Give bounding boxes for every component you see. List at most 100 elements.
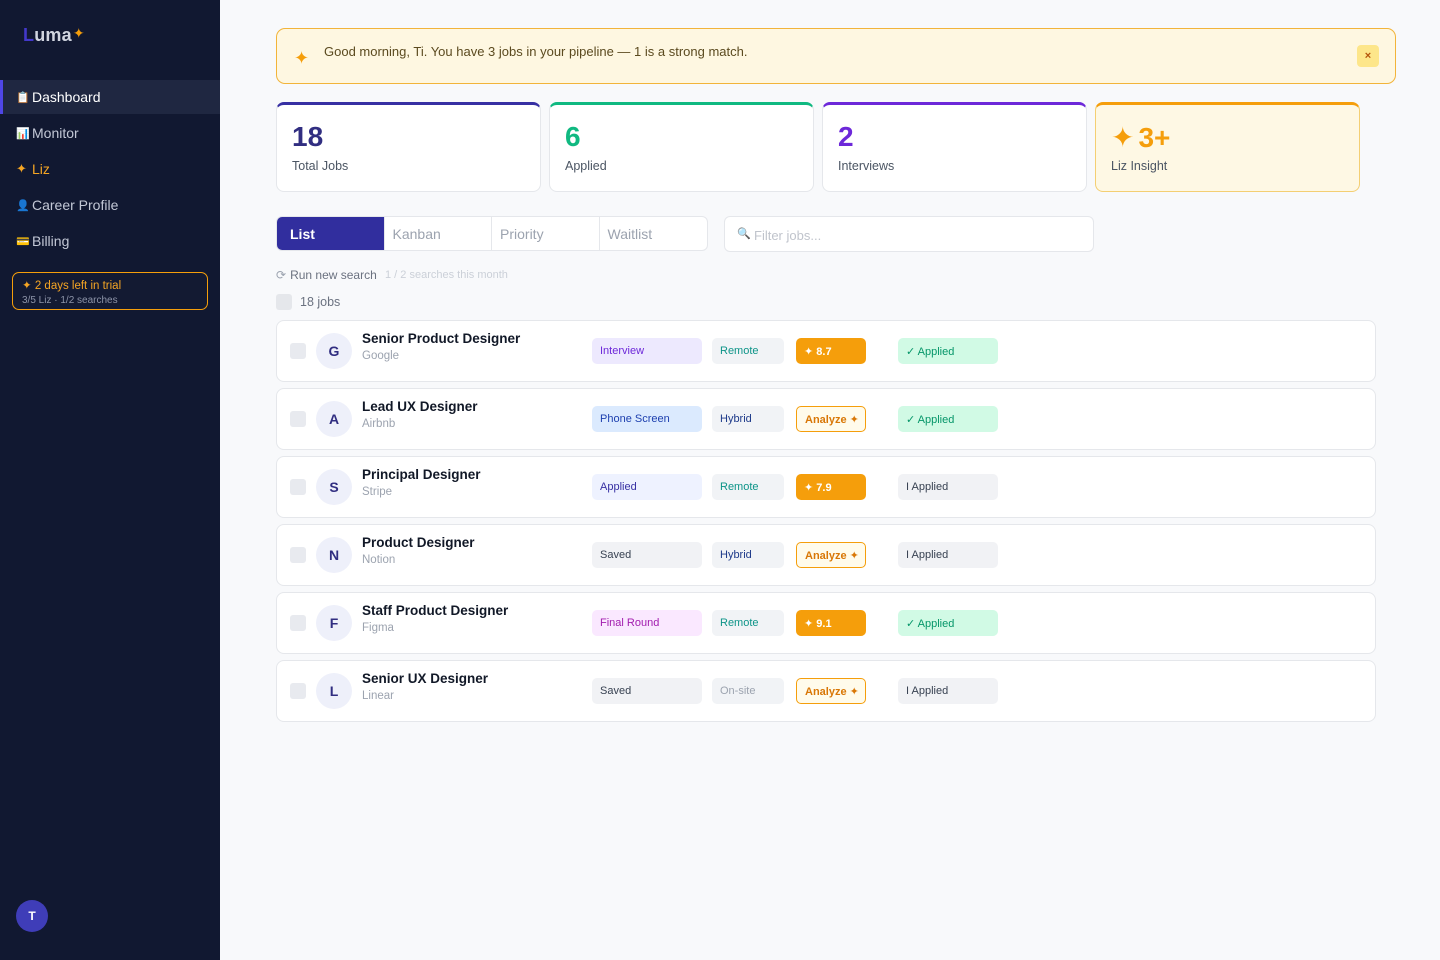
close-banner-button[interactable]: ×	[1357, 45, 1379, 67]
tab-kanban[interactable]: Kanban	[385, 217, 493, 250]
stage-badge[interactable]: Applied	[592, 474, 702, 500]
stat-label: Applied	[565, 159, 607, 173]
sidebar-item-career-profile[interactable]: 👤 Career Profile	[0, 188, 220, 222]
job-row[interactable]: F Staff Product Designer Figma Final Rou…	[276, 592, 1376, 654]
banner-message: Good morning, Ti. You have 3 jobs in you…	[324, 44, 748, 59]
run-new-search-button[interactable]: ⟳ Run new search	[276, 268, 377, 282]
tab-waitlist[interactable]: Waitlist	[600, 217, 707, 250]
job-count: 18 jobs	[300, 295, 341, 309]
stage-badge[interactable]: Interview	[592, 338, 702, 364]
trial-usage: 3/5 Liz · 1/2 searches	[22, 295, 118, 306]
stage-badge[interactable]: Saved	[592, 542, 702, 568]
company-name: Airbnb	[362, 418, 396, 430]
stat-card-total-jobs[interactable]: 18 Total Jobs	[276, 102, 541, 192]
company-name: Linear	[362, 690, 394, 702]
applied-toggle[interactable]: ✓ Applied	[898, 610, 998, 636]
sidebar-item-label: Liz	[32, 161, 50, 177]
analyze-button[interactable]: Analyze ✦	[796, 678, 866, 704]
applied-toggle[interactable]: ✓ Applied	[898, 338, 998, 364]
analyze-button[interactable]: Analyze ✦	[796, 542, 866, 568]
job-title[interactable]: Principal Designer	[362, 467, 481, 482]
stat-label: Interviews	[838, 159, 895, 173]
filter-jobs-input[interactable]	[754, 225, 1074, 245]
job-title[interactable]: Senior UX Designer	[362, 671, 488, 686]
sidebar-item-billing[interactable]: 💳 Billing	[0, 224, 220, 258]
company-name: Stripe	[362, 486, 393, 498]
sparkle-icon: ✦	[294, 48, 310, 68]
company-name: Notion	[362, 554, 396, 566]
sidebar-item-label: Career Profile	[32, 197, 119, 213]
search-quota: 1 / 2 searches this month	[385, 269, 508, 281]
stat-value: 18	[292, 121, 324, 152]
sidebar-item-liz[interactable]: ✦ Liz	[0, 152, 220, 186]
location-badge: Hybrid	[712, 406, 784, 432]
row-checkbox[interactable]	[290, 411, 306, 427]
app-logo[interactable]: Luma✦	[23, 25, 85, 46]
sparkle-icon: ✦	[1111, 122, 1135, 153]
applied-toggle[interactable]: I Applied	[898, 474, 998, 500]
stat-card-interviews[interactable]: 2 Interviews	[822, 102, 1087, 192]
sidebar-item-label: Monitor	[32, 125, 79, 141]
stage-badge[interactable]: Saved	[592, 678, 702, 704]
row-checkbox[interactable]	[290, 343, 306, 359]
sidebar-nav: 📋 Dashboard 📊 Monitor ✦ Liz 👤 Career Pro…	[0, 80, 220, 260]
trial-badge[interactable]: ✦ 2 days left in trial 3/5 Liz · 1/2 sea…	[12, 272, 208, 310]
applied-toggle[interactable]: ✓ Applied	[898, 406, 998, 432]
job-title[interactable]: Senior Product Designer	[362, 331, 520, 346]
stat-card-liz-insight[interactable]: ✦ 3+ Liz Insight	[1095, 102, 1360, 192]
match-score-badge[interactable]: ✦ 7.9	[796, 474, 866, 500]
search-icon: 🔍	[737, 228, 751, 240]
job-row[interactable]: S Principal Designer Stripe Applied Remo…	[276, 456, 1376, 518]
row-checkbox[interactable]	[290, 615, 306, 631]
refresh-icon: ⟳	[276, 268, 287, 282]
applied-toggle[interactable]: I Applied	[898, 542, 998, 568]
clipboard-icon: 📋	[16, 91, 30, 104]
match-score-badge[interactable]: ✦ 8.7	[796, 338, 866, 364]
company-logo: A	[316, 401, 352, 437]
trial-days-left: ✦ 2 days left in trial	[22, 280, 122, 292]
match-score-badge[interactable]: ✦ 9.1	[796, 610, 866, 636]
stage-badge[interactable]: Final Round	[592, 610, 702, 636]
job-row[interactable]: G Senior Product Designer Google Intervi…	[276, 320, 1376, 382]
applied-toggle[interactable]: I Applied	[898, 678, 998, 704]
sidebar: Luma✦ 📋 Dashboard 📊 Monitor ✦ Liz 👤 Care…	[0, 0, 220, 960]
job-row[interactable]: N Product Designer Notion Saved Hybrid A…	[276, 524, 1376, 586]
chart-icon: 📊	[16, 127, 30, 140]
view-tabs: List Kanban Priority Waitlist	[276, 216, 708, 251]
stat-label: Liz Insight	[1111, 159, 1168, 173]
company-logo: S	[316, 469, 352, 505]
user-avatar[interactable]: T	[16, 900, 48, 932]
company-name: Figma	[362, 622, 394, 634]
location-badge: Remote	[712, 610, 784, 636]
analyze-button[interactable]: Analyze ✦	[796, 406, 866, 432]
stat-card-applied[interactable]: 6 Applied	[549, 102, 814, 192]
job-title[interactable]: Lead UX Designer	[362, 399, 478, 414]
location-badge: On-site	[712, 678, 784, 704]
location-badge: Remote	[712, 338, 784, 364]
stage-badge[interactable]: Phone Screen	[592, 406, 702, 432]
sidebar-item-monitor[interactable]: 📊 Monitor	[0, 116, 220, 150]
job-row[interactable]: L Senior UX Designer Linear Saved On-sit…	[276, 660, 1376, 722]
tab-list[interactable]: List	[277, 217, 385, 250]
company-logo: F	[316, 605, 352, 641]
job-title[interactable]: Product Designer	[362, 535, 475, 550]
row-checkbox[interactable]	[290, 547, 306, 563]
user-icon: 👤	[16, 199, 30, 212]
sidebar-item-dashboard[interactable]: 📋 Dashboard	[0, 80, 220, 114]
logo-text: uma	[34, 25, 72, 45]
credit-card-icon: 💳	[16, 235, 30, 248]
tab-priority[interactable]: Priority	[492, 217, 600, 250]
row-checkbox[interactable]	[290, 683, 306, 699]
stat-value: 6	[565, 121, 581, 152]
location-badge: Remote	[712, 474, 784, 500]
company-logo: N	[316, 537, 352, 573]
company-logo: L	[316, 673, 352, 709]
job-title[interactable]: Staff Product Designer	[362, 603, 508, 618]
job-row[interactable]: A Lead UX Designer Airbnb Phone Screen H…	[276, 388, 1376, 450]
row-checkbox[interactable]	[290, 479, 306, 495]
stat-value: 2	[838, 121, 854, 152]
sidebar-item-label: Dashboard	[32, 89, 101, 105]
logo-letter: L	[23, 25, 35, 45]
sidebar-item-label: Billing	[32, 233, 70, 249]
select-all-checkbox[interactable]	[276, 294, 292, 310]
